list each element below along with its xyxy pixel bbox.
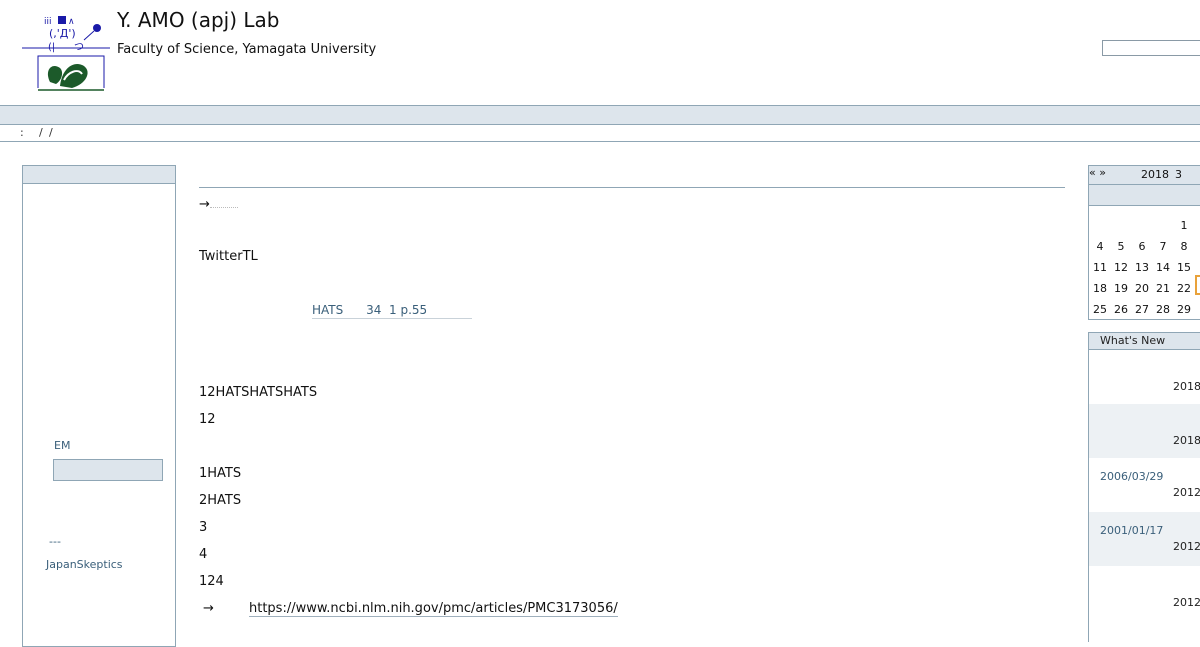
calendar-header: « 2018 3 » xyxy=(1089,166,1200,185)
breadcrumb-separator: / xyxy=(39,126,43,139)
search-input[interactable] xyxy=(1102,40,1200,56)
calendar-day[interactable]: 26 xyxy=(1111,303,1131,316)
calendar-day[interactable]: 15 xyxy=(1174,261,1194,274)
lab-logo-icon: iii ∧ (,'Д') (| つ xyxy=(22,16,110,91)
left-box-header xyxy=(23,166,175,184)
japan-skeptics-link[interactable]: JapanSkeptics xyxy=(46,558,123,571)
calendar-day[interactable]: 21 xyxy=(1153,282,1173,295)
whats-new-year: 2012 xyxy=(1173,540,1200,553)
left-dash-link[interactable]: --- xyxy=(49,535,61,548)
left-sidebar: EM --- JapanSkeptics xyxy=(22,165,176,647)
calendar-day[interactable]: 19 xyxy=(1111,282,1131,295)
arrow-link[interactable] xyxy=(209,195,238,208)
whats-new-box: What's New 2018 2018 2006/03/29 2012 2001/01… xyxy=(1088,332,1200,642)
calendar-day[interactable]: 7 xyxy=(1153,240,1173,253)
text-line: 3 xyxy=(199,520,208,535)
whats-new-item[interactable]: 2018 xyxy=(1089,404,1200,458)
calendar-day[interactable]: 8 xyxy=(1174,240,1194,253)
calendar-day[interactable]: 18 xyxy=(1090,282,1110,295)
breadcrumb-separator: : xyxy=(20,126,24,139)
whats-new-year: 2012 xyxy=(1173,486,1200,499)
calendar-day[interactable]: 6 xyxy=(1132,240,1152,253)
calendar-day[interactable]: 29 xyxy=(1174,303,1194,316)
twitter-line: TwitterTL xyxy=(199,249,258,264)
site-logo[interactable]: iii ∧ (,'Д') (| つ xyxy=(20,10,112,94)
text-line: 12 xyxy=(199,412,216,427)
svg-text:(,'Д'): (,'Д') xyxy=(49,27,76,40)
whats-new-title: What's New xyxy=(1089,333,1200,350)
breadcrumb: : / / xyxy=(0,124,1200,142)
calendar-day[interactable]: 1 xyxy=(1174,219,1194,232)
whats-new-item[interactable]: 2001/01/17 2012 xyxy=(1089,512,1200,566)
nav-bar xyxy=(0,105,1200,125)
whats-new-year: 2018 xyxy=(1173,380,1200,393)
calendar-day[interactable]: 28 xyxy=(1153,303,1173,316)
svg-text:(|: (| xyxy=(48,42,55,53)
text-line: 2HATS xyxy=(199,493,242,508)
arrow-line: → xyxy=(199,195,238,212)
breadcrumb-separator: / xyxy=(49,126,53,139)
calendar-day[interactable]: 20 xyxy=(1132,282,1152,295)
calendar-weekday-bar xyxy=(1089,185,1200,206)
main-content: → TwitterTL HATS 34 1 p.55 12HATSHATSHAT… xyxy=(199,165,1065,635)
ncbi-article-link[interactable]: https://www.ncbi.nlm.nih.gov/pmc/article… xyxy=(249,601,618,617)
text-line: 1HATS xyxy=(199,466,242,481)
calendar-today-marker[interactable] xyxy=(1195,275,1200,295)
hats-line: 12HATSHATSHATS xyxy=(199,385,318,400)
svg-text:∧: ∧ xyxy=(68,17,75,27)
calendar-day[interactable]: 25 xyxy=(1090,303,1110,316)
title-divider xyxy=(199,187,1065,188)
hats-reference-link[interactable]: HATS 34 1 p.55 xyxy=(312,303,472,319)
calendar-next-button[interactable]: » xyxy=(1099,166,1106,179)
right-sidebar: « 2018 3 » 1 4 5 6 7 8 11 12 13 14 15 18 19 20 21 22 25 2… xyxy=(1088,165,1200,642)
whats-new-date[interactable]: 2006/03/29 xyxy=(1100,470,1163,483)
em-input[interactable] xyxy=(53,459,163,481)
calendar-day[interactable]: 5 xyxy=(1111,240,1131,253)
calendar-day[interactable]: 13 xyxy=(1132,261,1152,274)
em-link[interactable]: EM xyxy=(54,439,70,452)
svg-text:つ: つ xyxy=(74,42,84,53)
svg-text:iii: iii xyxy=(44,17,52,27)
calendar-day[interactable]: 14 xyxy=(1153,261,1173,274)
whats-new-item[interactable]: 2006/03/29 2012 xyxy=(1089,458,1200,512)
arrow-text: → xyxy=(199,197,210,212)
whats-new-item[interactable]: 2018 xyxy=(1089,350,1200,404)
calendar-prev-button[interactable]: « xyxy=(1089,166,1096,179)
arrow-text: → xyxy=(203,601,214,616)
site-title[interactable]: Y. AMO (apj) Lab xyxy=(117,8,279,32)
site-subtitle: Faculty of Science, Yamagata University xyxy=(117,42,377,57)
text-line: 4 xyxy=(199,547,208,562)
calendar-year: 2018 xyxy=(1141,168,1169,181)
calendar-day[interactable]: 22 xyxy=(1174,282,1194,295)
calendar-day[interactable]: 27 xyxy=(1132,303,1152,316)
whats-new-item[interactable]: 2012 xyxy=(1089,566,1200,620)
calendar: « 2018 3 » 1 4 5 6 7 8 11 12 13 14 15 18 19 20 21 22 25 2… xyxy=(1088,165,1200,320)
calendar-month: 3 xyxy=(1175,168,1182,181)
whats-new-year: 2012 xyxy=(1173,596,1200,609)
whats-new-year: 2018 xyxy=(1173,434,1200,447)
text-line: 124 xyxy=(199,574,224,589)
whats-new-date[interactable]: 2001/01/17 xyxy=(1100,524,1163,537)
site-header: iii ∧ (,'Д') (| つ Y. AMO (apj) Lab Facul… xyxy=(0,0,1200,105)
calendar-day[interactable]: 11 xyxy=(1090,261,1110,274)
calendar-day[interactable]: 12 xyxy=(1111,261,1131,274)
calendar-day[interactable]: 4 xyxy=(1090,240,1110,253)
